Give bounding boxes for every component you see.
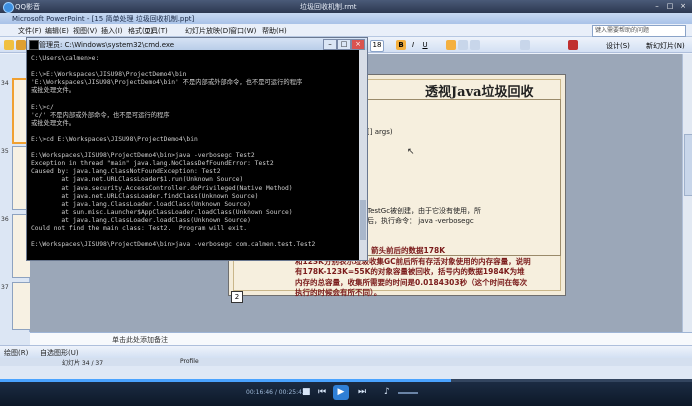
cmd-line: at sun.misc.Launcher$AppClassLoader.load… <box>31 208 293 216</box>
status-slide-count: 幻灯片 34 / 37 <box>62 360 104 367</box>
thumb-number: 35 <box>1 148 9 155</box>
cmd-maximize-icon[interactable]: □ <box>337 39 351 50</box>
drawing-toolbar: 绘图(R) 自选图形(U) <box>0 345 692 358</box>
cmd-minimize-icon[interactable]: – <box>323 39 337 50</box>
cmd-line <box>31 63 357 71</box>
menu-edit[interactable]: 编辑(E) <box>45 26 69 36</box>
align-right-icon[interactable] <box>470 40 480 50</box>
player-control-bar: 00:16:46 / 00:25:43 ■ ⏮ ▶ ⏭ ♪ <box>0 379 692 406</box>
thumb-number: 37 <box>1 284 9 291</box>
cmd-title-bar[interactable]: 管理员: C:\Windows\system32\cmd.exe – □ × <box>27 38 367 50</box>
cmd-line: C:\Users\calmen>e: <box>31 55 100 62</box>
player-logo-icon <box>3 2 14 13</box>
cmd-line <box>31 128 357 136</box>
menu-file[interactable]: 文件(F) <box>18 26 42 36</box>
cmd-line: 或批处理文件。 <box>31 87 76 95</box>
cmd-line <box>31 95 357 103</box>
menu-insert[interactable]: 插入(I) <box>101 26 123 36</box>
menu-window[interactable]: 窗口(W) <box>230 26 256 36</box>
volume-slider[interactable] <box>398 392 418 394</box>
status-bar: 幻灯片 34 / 37 Profile <box>0 358 692 367</box>
cmd-window[interactable]: 管理员: C:\Windows\system32\cmd.exe – □ × C… <box>26 37 368 261</box>
thumb-number: 36 <box>1 216 9 223</box>
cmd-line: 'c/' 不是内部或外部命令，也不是可运行的程序 <box>31 111 170 119</box>
italic-button[interactable]: I <box>408 40 418 50</box>
align-left-icon[interactable] <box>446 40 456 50</box>
cmd-close-icon[interactable]: × <box>351 39 365 50</box>
cmd-scrollbar[interactable] <box>359 50 367 260</box>
slide-paragraph-1: 新的对象TestGc被创建，由于它没有使用，所 程序编译后，执行命令： java… <box>339 207 482 225</box>
cmd-line: at java.security.AccessController.doPriv… <box>31 184 293 192</box>
slide-vertical-scrollbar[interactable] <box>682 54 692 332</box>
volume-icon[interactable]: ♪ <box>384 387 390 397</box>
autoshape-button[interactable]: 自选图形(U) <box>40 348 79 358</box>
cmd-line: Caused by: java.lang.ClassNotFoundExcept… <box>31 168 221 176</box>
menu-tools[interactable]: 工具(T) <box>144 26 168 36</box>
align-center-icon[interactable] <box>458 40 468 50</box>
cmd-line <box>31 233 357 241</box>
player-progress-fill <box>0 379 452 382</box>
status-template: Profile <box>180 358 199 365</box>
increase-font-icon[interactable] <box>520 40 530 50</box>
next-icon[interactable]: ⏭ <box>358 387 366 397</box>
player-progress-bar[interactable] <box>0 379 692 382</box>
cmd-line: 'E:\Workspaces\JISU98\ProjectDemo4\bin' … <box>31 79 303 87</box>
slide-thumbnail[interactable] <box>12 282 31 330</box>
cmd-line: E:\>c/ <box>31 103 54 111</box>
ppt-window-title: Microsoft PowerPoint - [15 简单处理 垃圾回收机制.p… <box>12 15 195 23</box>
player-minimize-icon[interactable]: – <box>652 2 662 11</box>
design-button[interactable]: 设计(S) <box>606 41 630 51</box>
menu-help[interactable]: 帮助(H) <box>262 26 287 36</box>
help-search-input[interactable]: 键入需要帮助的问题 <box>592 25 686 37</box>
cmd-line: E:\Workspaces\JISU98\ProjectDemo4\bin>ja… <box>31 241 316 249</box>
mouse-cursor-icon: ↖ <box>407 147 415 157</box>
play-button[interactable]: ▶ <box>333 385 349 400</box>
cmd-title: 管理员: C:\Windows\system32\cmd.exe <box>39 41 175 49</box>
ppt-title-bar: Microsoft PowerPoint - [15 简单处理 垃圾回收机制.p… <box>0 13 692 24</box>
thumb-number: 34 <box>1 80 9 87</box>
notes-placeholder: 单击此处添加备注 <box>112 336 168 344</box>
cmd-line: at java.net.URLClassLoader$1.run(Unknown… <box>31 176 244 184</box>
cmd-line <box>31 144 357 152</box>
player-close-icon[interactable]: × <box>678 2 688 11</box>
menu-view[interactable]: 视图(V) <box>73 26 97 36</box>
player-title-bar: QQ影音 垃圾回收机制.rmt – □ × <box>0 0 692 13</box>
time-current: 00:16:46 <box>246 389 273 396</box>
player-time: 00:16:46 / 00:25:43 <box>246 389 306 396</box>
new-slide-button[interactable]: 新幻灯片(N) <box>646 41 685 51</box>
font-color-icon[interactable] <box>568 40 578 50</box>
cmd-line: at java.lang.ClassLoader.loadClass(Unkno… <box>31 216 251 224</box>
cmd-icon <box>29 40 39 50</box>
cmd-line: E:\Workspaces\JISU98\ProjectDemo4\bin>ja… <box>31 152 255 160</box>
underline-button[interactable]: U <box>420 40 430 50</box>
scrollbar-thumb[interactable] <box>684 134 692 196</box>
cmd-output[interactable]: C:\Users\calmen>e: E:\>E:\Workspaces\JIS… <box>31 55 357 259</box>
open-icon[interactable] <box>16 40 26 50</box>
player-file-name: 垃圾回收机制.rmt <box>300 3 357 11</box>
notes-pane[interactable]: 单击此处添加备注 <box>30 332 692 345</box>
slide-page-number: 2 <box>231 291 243 303</box>
view-buttons[interactable] <box>0 332 30 345</box>
bold-button[interactable]: B <box>396 40 406 50</box>
player-maximize-icon[interactable]: □ <box>665 2 675 11</box>
cmd-line: 或批处理文件。 <box>31 119 76 127</box>
cmd-scroll-thumb[interactable] <box>360 200 366 240</box>
cmd-line: at java.lang.ClassLoader.loadClass(Unkno… <box>31 200 251 208</box>
new-file-icon[interactable] <box>4 40 14 50</box>
player-app-name: QQ影音 <box>15 3 41 11</box>
font-size-select[interactable]: 18 <box>370 40 384 52</box>
draw-menu-button[interactable]: 绘图(R) <box>4 348 28 358</box>
cmd-line: Could not find the main class: Test2. Pr… <box>31 224 248 232</box>
cmd-line: E:\>cd E:\Workspaces\JISU98\ProjectDemo4… <box>31 135 198 143</box>
prev-icon[interactable]: ⏮ <box>318 387 326 397</box>
menu-slideshow[interactable]: 幻灯片放映(D) <box>185 26 231 36</box>
stop-icon[interactable]: ■ <box>302 387 311 397</box>
slide-title[interactable]: 透视Java垃圾回收 <box>425 81 534 100</box>
ppt-menu-bar: 文件(F) 编辑(E) 视图(V) 插入(I) 格式(O) 工具(T) 幻灯片放… <box>0 24 692 37</box>
cmd-line: at java.net.URLClassLoader.findClass(Unk… <box>31 192 259 200</box>
cmd-line: Exception in thread "main" java.lang.NoC… <box>31 160 274 168</box>
